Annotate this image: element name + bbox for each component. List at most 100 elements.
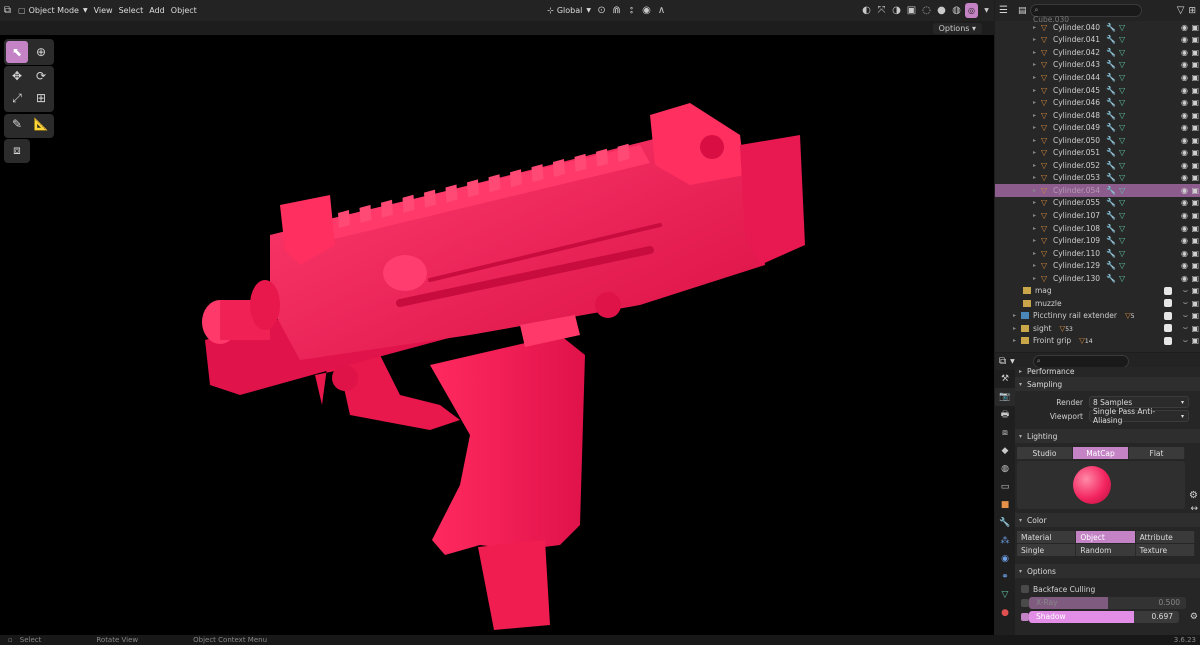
chevron-right-icon[interactable]: ▸ <box>1033 262 1041 269</box>
new-collection-icon[interactable]: ⊞ <box>1188 6 1196 16</box>
shadow-settings-icon[interactable]: ⚙ <box>1190 612 1198 622</box>
color-object[interactable]: Object <box>1076 531 1136 543</box>
collection-tab-icon[interactable]: ▭ <box>995 478 1015 496</box>
color-texture[interactable]: Texture <box>1135 544 1195 556</box>
eye-icon[interactable]: ◉ <box>1181 136 1188 145</box>
eye-icon[interactable]: ◉ <box>1181 211 1188 220</box>
chevron-right-icon[interactable]: ▸ <box>1033 61 1041 68</box>
eye-icon[interactable]: ⌣ <box>1183 323 1188 333</box>
xray-checkbox[interactable] <box>1021 599 1029 607</box>
snap-target-icon[interactable]: ⦂ <box>624 3 639 18</box>
eye-icon[interactable]: ◉ <box>1181 236 1188 245</box>
menu-view[interactable]: View <box>91 2 116 19</box>
outliner-row[interactable]: ▸ ▽ Cylinder.054 🔧 ▽ ◉ ▣ <box>995 184 1200 197</box>
outliner-collection-row[interactable]: mag ⌣ ▣ <box>995 284 1200 297</box>
outliner-collection-row[interactable]: ▸ sight ▽53 ⌣ ▣ <box>995 322 1200 335</box>
chevron-right-icon[interactable]: ▸ <box>1033 237 1041 244</box>
data-tab-icon[interactable]: ▽ <box>995 586 1015 604</box>
3d-viewport[interactable]: ⬉ ⊕ ✥ ⟳ ⤢ ⊞ ✎ 📐 ⧈ <box>0 35 994 635</box>
outliner-row[interactable]: ▸ ▽ Cylinder.048 🔧 ▽ ◉ ▣ <box>995 109 1200 122</box>
outliner-row[interactable]: ▸ ▽ Cylinder.107 🔧 ▽ ◉ ▣ <box>995 209 1200 222</box>
menu-object[interactable]: Object <box>168 2 200 19</box>
outliner-collection-row[interactable]: ▸ Froint grip ▽14 ⌣ ▣ <box>995 335 1200 348</box>
chevron-right-icon[interactable]: ▸ <box>1033 212 1041 219</box>
camera-icon[interactable]: ▣ <box>1191 249 1199 258</box>
exclude-checkbox[interactable] <box>1164 286 1172 295</box>
outliner-row[interactable]: ▸ ▽ Cylinder.044 🔧 ▽ ◉ ▣ <box>995 71 1200 84</box>
eye-icon[interactable]: ◉ <box>1181 198 1188 207</box>
camera-icon[interactable]: ▣ <box>1191 198 1199 207</box>
camera-icon[interactable]: ▣ <box>1191 35 1199 44</box>
outliner-row[interactable]: ▸ ▽ Cylinder.050 🔧 ▽ ◉ ▣ <box>995 134 1200 147</box>
chevron-right-icon[interactable]: ▸ <box>1033 187 1041 194</box>
camera-icon[interactable]: ▣ <box>1191 60 1199 69</box>
xray-icon[interactable]: ▣ <box>904 3 919 18</box>
object-tab-icon[interactable]: ■ <box>995 496 1015 514</box>
chevron-right-icon[interactable]: ▸ <box>1033 174 1041 181</box>
camera-icon[interactable]: ▣ <box>1191 274 1199 283</box>
chevron-right-icon[interactable]: ▸ <box>1033 99 1041 106</box>
chevron-right-icon[interactable]: ▸ <box>1033 36 1041 43</box>
outliner-row[interactable]: ▸ ▽ Cylinder.049 🔧 ▽ ◉ ▣ <box>995 121 1200 134</box>
eye-icon[interactable]: ⌣ <box>1183 311 1188 321</box>
pivot-icon[interactable]: ⊙ <box>594 3 609 18</box>
eye-icon[interactable]: ◉ <box>1181 274 1188 283</box>
outliner-row[interactable]: ▸ ▽ Cylinder.041 🔧 ▽ ◉ ▣ <box>995 34 1200 47</box>
lighting-flat[interactable]: Flat <box>1129 447 1185 459</box>
camera-icon[interactable]: ▣ <box>1191 186 1199 195</box>
menu-select[interactable]: Select <box>116 2 147 19</box>
lighting-matcap[interactable]: MatCap <box>1073 447 1129 459</box>
lighting-studio[interactable]: Studio <box>1017 447 1073 459</box>
chevron-right-icon[interactable]: ▸ <box>1013 337 1021 344</box>
world-tab-icon[interactable]: ◍ <box>995 460 1015 478</box>
eye-icon[interactable]: ◉ <box>1181 186 1188 195</box>
exclude-checkbox[interactable] <box>1164 336 1172 345</box>
outliner-row[interactable]: ▸ ▽ Cylinder.045 🔧 ▽ ◉ ▣ <box>995 84 1200 97</box>
backface-culling-checkbox[interactable] <box>1021 585 1029 593</box>
eye-icon[interactable]: ◉ <box>1181 60 1188 69</box>
visibility-icon[interactable]: ◐ <box>859 3 874 18</box>
chevron-right-icon[interactable]: ▸ <box>1013 325 1021 332</box>
camera-icon[interactable]: ▣ <box>1191 324 1199 333</box>
outliner-row[interactable]: ▸ ▽ Cylinder.046 🔧 ▽ ◉ ▣ <box>995 96 1200 109</box>
eye-icon[interactable]: ◉ <box>1181 161 1188 170</box>
eye-icon[interactable]: ◉ <box>1181 35 1188 44</box>
xray-slider[interactable]: X-Ray 0.500 <box>1029 597 1186 609</box>
display-mode-icon[interactable]: ▤ <box>1018 6 1027 16</box>
chevron-right-icon[interactable]: ▸ <box>1033 74 1041 81</box>
camera-icon[interactable]: ▣ <box>1191 73 1199 82</box>
chevron-right-icon[interactable]: ▸ <box>1033 87 1041 94</box>
exclude-checkbox[interactable] <box>1164 324 1172 333</box>
camera-icon[interactable]: ▣ <box>1191 148 1199 157</box>
chevron-right-icon[interactable]: ▸ <box>1033 112 1041 119</box>
chevron-down-icon[interactable]: ▼ <box>1010 358 1015 365</box>
falloff-icon[interactable]: ∧ <box>654 3 669 18</box>
gun-model[interactable] <box>0 35 994 635</box>
eye-icon[interactable]: ◉ <box>1181 123 1188 132</box>
chevron-right-icon[interactable]: ▸ <box>1033 275 1041 282</box>
chevron-right-icon[interactable]: ▸ <box>1033 24 1041 31</box>
camera-icon[interactable]: ▣ <box>1191 98 1199 107</box>
chevron-right-icon[interactable]: ▸ <box>1033 225 1041 232</box>
color-panel-header[interactable]: ▾ Color <box>1015 513 1200 527</box>
outliner-row[interactable]: ▸ ▽ Cylinder.042 🔧 ▽ ◉ ▣ <box>995 46 1200 59</box>
camera-icon[interactable]: ▣ <box>1191 311 1199 320</box>
outliner-row[interactable]: ▸ ▽ Cylinder.130 🔧 ▽ ◉ ▣ <box>995 272 1200 285</box>
lighting-panel-header[interactable]: ▾ Lighting <box>1015 429 1200 443</box>
eye-icon[interactable]: ◉ <box>1181 261 1188 270</box>
eye-icon[interactable]: ⌣ <box>1183 336 1188 346</box>
eye-icon[interactable]: ◉ <box>1181 111 1188 120</box>
overlays-icon[interactable]: ◑ <box>889 3 904 18</box>
modifier-tab-icon[interactable]: 🔧 <box>995 514 1015 532</box>
wireframe-shading-icon[interactable]: ◌ <box>919 3 934 18</box>
view-layer-tab-icon[interactable]: ⧈ <box>995 424 1015 442</box>
chevron-right-icon[interactable]: ▸ <box>1033 137 1041 144</box>
eye-icon[interactable]: ◉ <box>1181 224 1188 233</box>
color-random[interactable]: Random <box>1076 544 1136 556</box>
eye-icon[interactable]: ◉ <box>1181 73 1188 82</box>
proportional-edit-icon[interactable]: ◉ <box>639 3 654 18</box>
color-single[interactable]: Single <box>1017 544 1077 556</box>
outliner-row[interactable]: ▸ ▽ Cylinder.052 🔧 ▽ ◉ ▣ <box>995 159 1200 172</box>
tool-tab-icon[interactable]: ⚒ <box>995 370 1015 388</box>
outliner-row[interactable]: ▸ ▽ Cylinder.053 🔧 ▽ ◉ ▣ <box>995 172 1200 185</box>
